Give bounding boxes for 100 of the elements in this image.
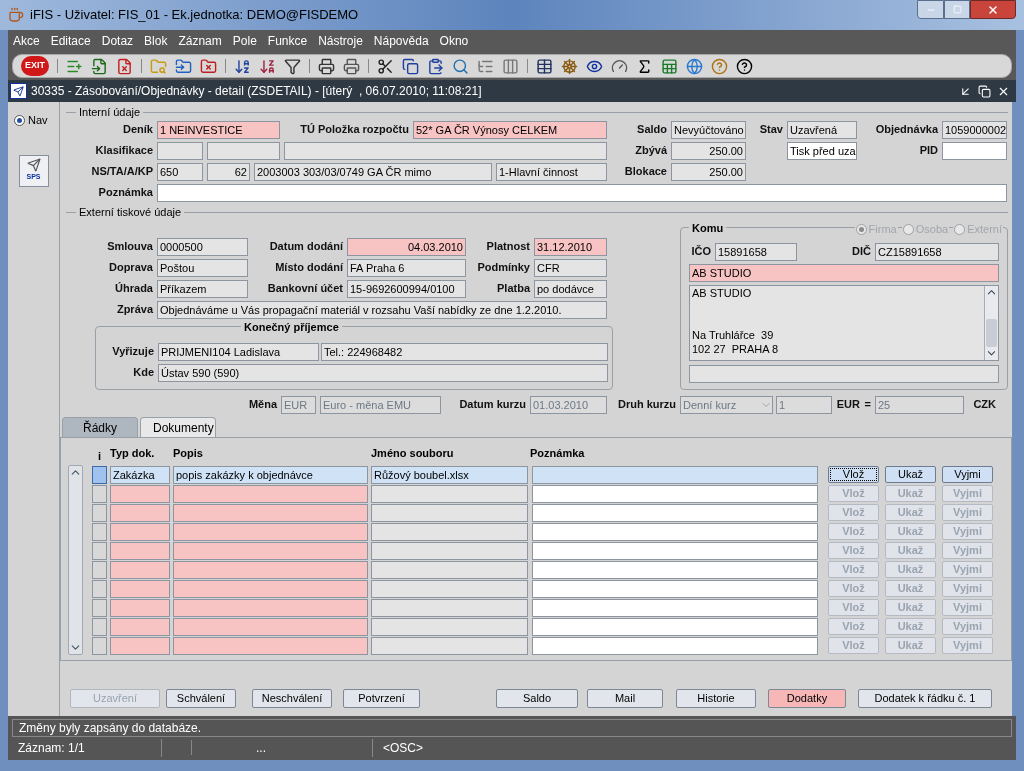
tab[interactable]: Řádky	[62, 417, 138, 437]
scrollbar[interactable]	[68, 465, 83, 655]
table-cell[interactable]	[532, 560, 818, 579]
text-area[interactable]: AB STUDIO Na Truhlářce 39 102 27 PRAHA 8	[690, 286, 984, 360]
table-cell[interactable]	[110, 484, 170, 503]
menu-item[interactable]: Dotaz	[101, 32, 134, 50]
text-field[interactable]: Ústav 590 (590)	[158, 363, 608, 382]
text-field[interactable]: AB STUDIO	[689, 264, 999, 282]
push-button[interactable]: Dodatky	[768, 689, 846, 708]
row-indicator[interactable]	[92, 579, 107, 598]
help-icon[interactable]	[736, 57, 753, 75]
table-cell[interactable]	[532, 617, 818, 636]
ship-wheel-icon[interactable]	[561, 57, 578, 75]
minimize-button[interactable]	[917, 0, 944, 19]
sort-ascending-icon[interactable]	[234, 57, 251, 75]
printer-icon[interactable]	[318, 57, 335, 75]
text-field[interactable]: po dodávce	[534, 279, 607, 298]
row-indicator[interactable]	[92, 522, 107, 541]
row-indicator[interactable]	[92, 465, 107, 484]
scissors-icon[interactable]	[377, 57, 394, 75]
table-cell[interactable]	[371, 541, 528, 560]
table-cell[interactable]	[371, 503, 528, 522]
text-field[interactable]: CZ15891658	[875, 242, 999, 261]
text-field[interactable]: Tisk před uza	[787, 141, 857, 160]
text-field[interactable]: 31.12.2010	[534, 237, 607, 256]
text-field[interactable]: 250.00	[671, 141, 746, 160]
table-cell[interactable]	[173, 598, 368, 617]
text-field[interactable]	[942, 141, 1007, 160]
folder-input-icon[interactable]	[175, 57, 192, 75]
file-x-icon[interactable]	[116, 57, 133, 75]
table-cell[interactable]	[110, 522, 170, 541]
push-button[interactable]: Neschválení	[252, 689, 332, 708]
text-field[interactable]	[157, 141, 203, 160]
text-field[interactable]: 15-9692600994/0100	[347, 279, 466, 298]
menu-item[interactable]: Akce	[13, 32, 40, 50]
text-field[interactable]: 52* GA ČR Výnosy CELKEM	[413, 120, 607, 139]
copy-icon[interactable]	[402, 57, 419, 75]
text-field[interactable]	[157, 183, 1007, 202]
push-button[interactable]: Potvrzení	[343, 689, 420, 708]
table-cell[interactable]	[110, 636, 170, 655]
row-button[interactable]: Ukaž	[885, 466, 936, 483]
row-indicator[interactable]	[92, 636, 107, 655]
restore-icon[interactable]	[978, 84, 991, 98]
table-cell[interactable]	[371, 636, 528, 655]
text-field[interactable]	[689, 365, 999, 383]
push-button[interactable]: Mail	[587, 689, 663, 708]
table-cell[interactable]	[173, 503, 368, 522]
row-indicator[interactable]	[92, 617, 107, 636]
text-field[interactable]: Příkazem	[157, 279, 248, 298]
filter-icon[interactable]	[284, 57, 301, 75]
text-field[interactable]: 0000500	[157, 237, 248, 256]
table-cell[interactable]	[110, 579, 170, 598]
table-cell[interactable]	[532, 522, 818, 541]
table-cell[interactable]	[532, 465, 818, 484]
text-field[interactable]: 1 NEINVESTICE	[157, 120, 280, 139]
menu-item[interactable]: Okno	[439, 32, 469, 50]
table-cell[interactable]	[173, 522, 368, 541]
table-cell[interactable]	[532, 598, 818, 617]
table-cell[interactable]	[532, 484, 818, 503]
maximize-button[interactable]	[944, 0, 970, 19]
text-field[interactable]: 250.00	[671, 162, 746, 181]
table-cell[interactable]	[371, 522, 528, 541]
folder-x-icon[interactable]	[200, 57, 217, 75]
table-cell[interactable]: Zakázka	[110, 465, 170, 484]
push-button[interactable]: Historie	[676, 689, 756, 708]
table-cell[interactable]	[532, 636, 818, 655]
table-cell[interactable]	[110, 617, 170, 636]
table-cell[interactable]	[371, 560, 528, 579]
text-field[interactable]: 2003003 303/03/0749 GA ČR mimo	[254, 162, 492, 181]
table-icon[interactable]	[536, 57, 553, 75]
table-cell[interactable]	[173, 636, 368, 655]
text-field[interactable]: 650	[157, 162, 203, 181]
table-cell[interactable]	[110, 503, 170, 522]
spreadsheet-icon[interactable]	[661, 57, 678, 75]
menu-item[interactable]: Nápověda	[373, 32, 429, 50]
text-field[interactable]: CFR	[534, 258, 607, 277]
table-cell[interactable]: popis zakázky k objednávce	[173, 465, 368, 484]
push-button[interactable]: Dodatek k řádku č. 1	[858, 689, 992, 708]
row-indicator[interactable]	[92, 484, 107, 503]
row-indicator[interactable]	[92, 598, 107, 617]
gauge-icon[interactable]	[611, 57, 628, 75]
table-cell[interactable]	[371, 579, 528, 598]
table-cell[interactable]	[371, 617, 528, 636]
text-field[interactable]: Tel.: 224968482	[321, 342, 608, 361]
table-cell[interactable]	[371, 598, 528, 617]
text-field[interactable]: Nevyúčtováno	[671, 120, 746, 139]
text-field[interactable]	[284, 141, 607, 160]
text-field[interactable]: 1-Hlavní činnost	[496, 162, 607, 181]
table-cell[interactable]	[173, 579, 368, 598]
text-field[interactable]: Poštou	[157, 258, 248, 277]
row-indicator[interactable]	[92, 560, 107, 579]
text-field[interactable]: 1059000002	[942, 120, 1007, 139]
row-indicator[interactable]	[92, 503, 107, 522]
text-field[interactable]: 04.03.2010	[347, 237, 466, 256]
push-button[interactable]: Saldo	[496, 689, 578, 708]
close-button[interactable]	[970, 0, 1016, 19]
menu-item[interactable]: Funkce	[267, 32, 308, 50]
table-cell[interactable]	[371, 484, 528, 503]
text-field[interactable]: 62	[207, 162, 250, 181]
row-button[interactable]: Vlož	[828, 466, 879, 483]
